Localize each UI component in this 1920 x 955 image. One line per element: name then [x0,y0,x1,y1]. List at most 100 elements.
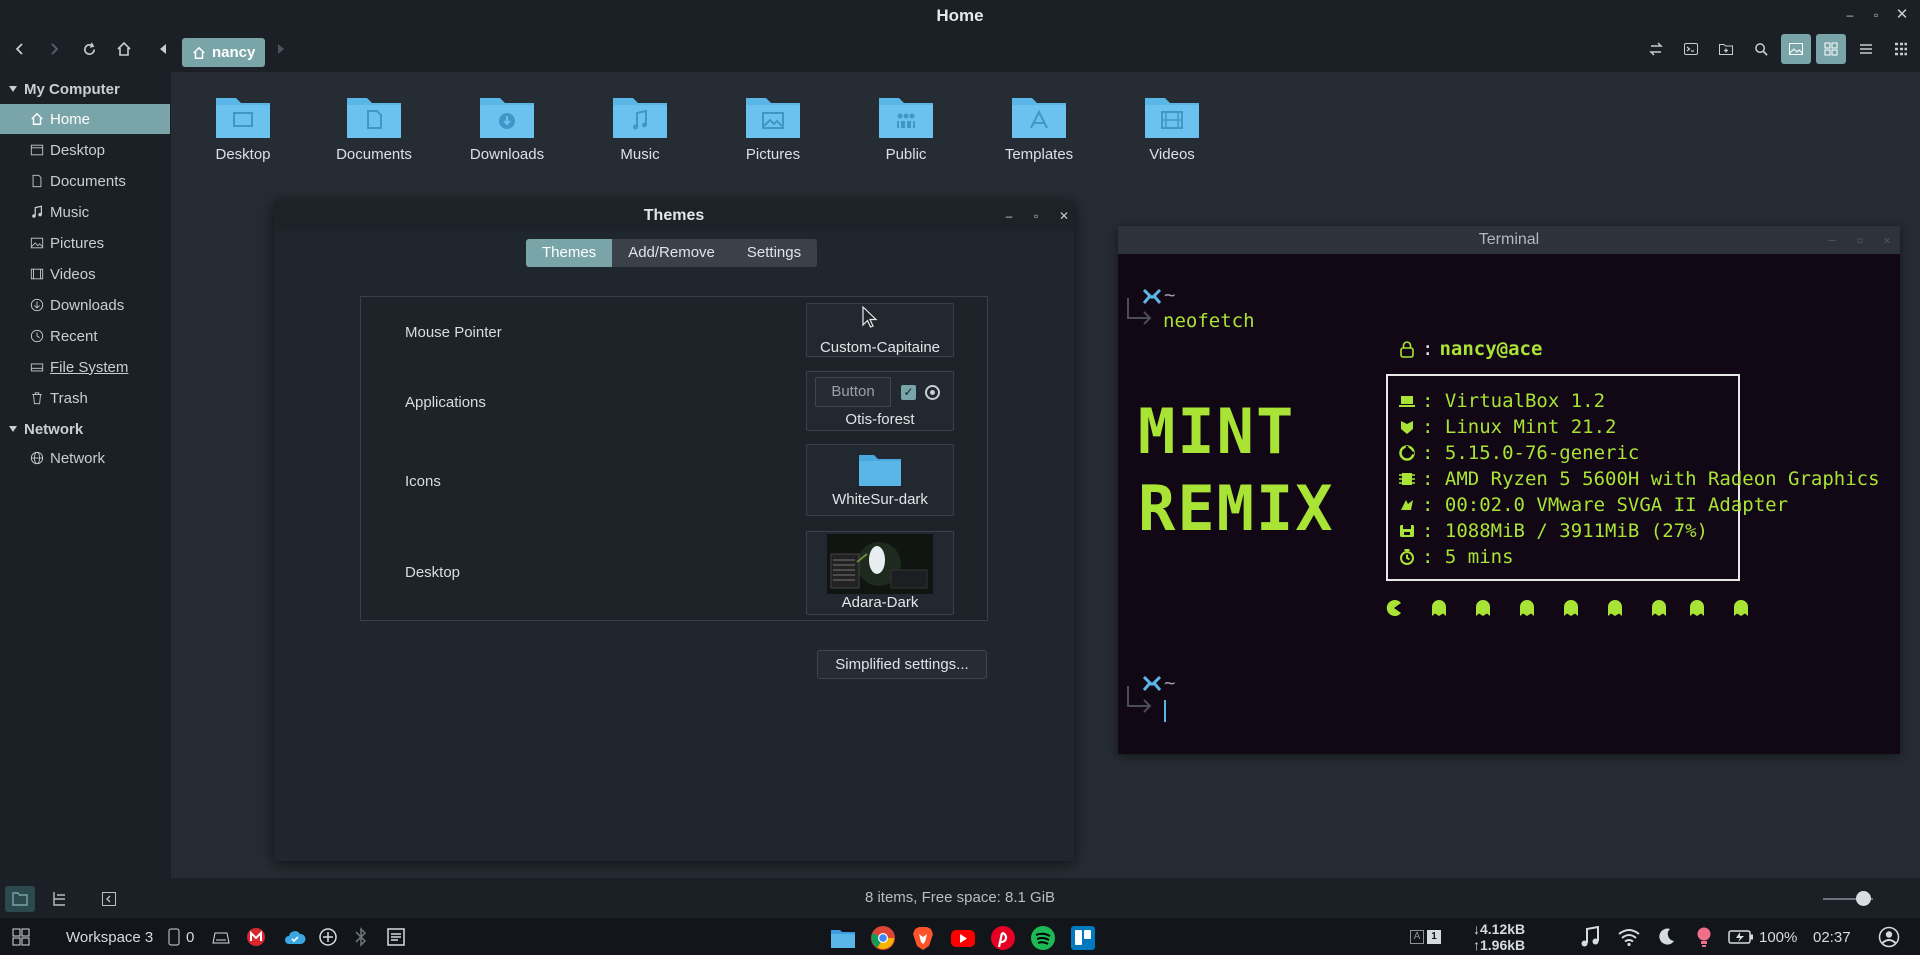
terminal-close-button[interactable]: ✕ [1880,233,1894,247]
icons-theme-button[interactable]: WhiteSur-dark [806,444,954,516]
chrome-icon [871,926,895,950]
themes-maximize-button[interactable]: ▫ [1029,209,1043,223]
themes-close-button[interactable]: ✕ [1057,209,1071,223]
ghost-icon [1690,600,1704,616]
sidebar-item-documents[interactable]: Documents [0,166,170,196]
applications-theme-button[interactable]: Button ✓ Otis-forest [806,371,954,431]
desktop-icon [30,144,44,156]
bluetooth-applet[interactable] [355,926,367,948]
sidebar-item-pictures[interactable]: Pictures [0,228,170,258]
neofetch-info-row: : 5 mins [1398,546,1514,568]
desktop-theme-preview-icon [827,534,933,594]
open-terminal-button[interactable] [1676,34,1706,64]
launcher-brave[interactable] [910,925,936,951]
terminal-maximize-button[interactable]: ▫ [1853,233,1867,247]
folder-music[interactable]: Music [580,90,700,163]
user-applet[interactable] [1878,926,1900,948]
show-thumbnails-button[interactable] [1781,34,1811,64]
folder-templates[interactable]: Templates [979,90,1099,163]
notes-applet[interactable] [386,926,406,948]
terminal-minimize-button[interactable]: – [1825,233,1839,247]
terminal-titlebar[interactable]: Terminal – ▫ ✕ [1118,226,1900,254]
neofetch-info-row: : VirtualBox 1.2 [1398,390,1605,412]
simplified-settings-button[interactable]: Simplified settings... [817,650,987,679]
new-folder-button[interactable] [1711,34,1741,64]
home-button[interactable] [109,34,139,64]
network-speed-applet[interactable]: ↓4.12kB ↑1.96kB [1473,921,1553,953]
sidebar-item-network[interactable]: Network [0,443,170,473]
workspace-label[interactable]: Workspace 3 [66,926,153,948]
maximize-button[interactable]: ▫ [1869,8,1883,22]
sidebar-item-downloads[interactable]: Downloads [0,290,170,320]
menu-button[interactable] [12,926,30,948]
ghost-icon [1734,600,1748,616]
sidebar-section-network[interactable]: Network [8,418,83,440]
terminal-window[interactable]: Terminal – ▫ ✕ ~ neofetch MINT REMIX : n… [1118,226,1900,754]
folder-desktop[interactable]: Desktop [183,90,303,163]
music-note-icon [32,205,42,218]
icon-view-button[interactable] [1816,34,1846,64]
search-button[interactable] [1746,34,1776,64]
sidebar-section-my-computer[interactable]: My Computer [8,78,120,100]
removable-drives-applet[interactable] [211,926,231,948]
toggle-location-button[interactable] [1641,34,1671,64]
sidebar-item-desktop[interactable]: Desktop [0,135,170,165]
neofetch-logo-line-1: MINT [1138,395,1296,468]
folder-public[interactable]: Public [846,90,966,163]
document-icon [32,174,42,188]
themes-title: Themes [643,207,705,224]
redshift-applet[interactable] [1696,926,1712,948]
sidebar-item-home[interactable]: Home [0,104,170,134]
launcher-chrome[interactable] [870,925,896,951]
lock-icon [1400,341,1414,358]
themes-titlebar[interactable]: Themes – ▫ ✕ [274,201,1074,231]
pinterest-icon [991,926,1015,950]
night-light-applet[interactable] [1656,926,1676,948]
wifi-applet[interactable] [1618,926,1640,948]
cloud-applet[interactable] [284,926,306,948]
sidebar-item-videos[interactable]: Videos [0,259,170,289]
status-text: 8 items, Free space: 8.1 GiB [864,889,1056,906]
launcher-spotify[interactable] [1030,925,1056,951]
breadcrumb-nancy[interactable]: nancy [182,38,266,67]
sound-applet[interactable] [1580,926,1600,948]
folder-icon [859,455,901,486]
folder-documents[interactable]: Documents [314,90,434,163]
caret-left-icon [160,44,166,54]
sidebar-item-trash[interactable]: Trash [0,383,170,413]
mouse-pointer-theme-button[interactable]: Custom-Capitaine [806,303,954,357]
reload-button[interactable] [74,34,104,64]
tab-settings[interactable]: Settings [731,239,817,267]
forward-button[interactable] [39,34,69,64]
battery-applet[interactable]: 100% [1728,926,1797,948]
sidebar-item-recent[interactable]: Recent [0,321,170,351]
keyboard-layout-applet[interactable]: A 1 [1410,926,1441,948]
desktop-theme-button[interactable]: Adara-Dark [806,531,954,615]
mega-applet[interactable] [246,926,266,948]
sidebar-item-music[interactable]: Music [0,197,170,227]
tab-themes[interactable]: Themes [526,239,613,267]
zoom-slider-handle[interactable] [1856,891,1871,906]
clock[interactable]: 02:37 [1813,926,1851,948]
notifications-applet[interactable]: 0 [168,926,194,948]
compact-view-button[interactable] [1886,34,1916,64]
launcher-pinterest[interactable] [990,925,1016,951]
close-button[interactable]: ✕ [1895,7,1909,22]
icons-label: Icons [405,473,441,490]
folder-downloads[interactable]: Downloads [447,90,567,163]
folder-pictures[interactable]: Pictures [713,90,833,163]
sidebar-item-file-system[interactable]: File System [0,352,170,382]
path-left-button[interactable] [148,34,178,64]
path-right-button[interactable] [266,34,296,64]
vpn-applet[interactable] [318,926,338,948]
themes-minimize-button[interactable]: – [1002,209,1016,223]
folder-videos[interactable]: Videos [1112,90,1232,163]
list-view-button[interactable] [1851,34,1881,64]
search-icon [1754,42,1768,56]
launcher-files[interactable] [830,925,856,951]
back-button[interactable] [5,34,35,64]
tab-add-remove[interactable]: Add/Remove [612,239,731,267]
launcher-trello[interactable] [1070,925,1096,951]
minimize-button[interactable]: – [1843,8,1857,22]
launcher-youtube[interactable] [950,925,976,951]
